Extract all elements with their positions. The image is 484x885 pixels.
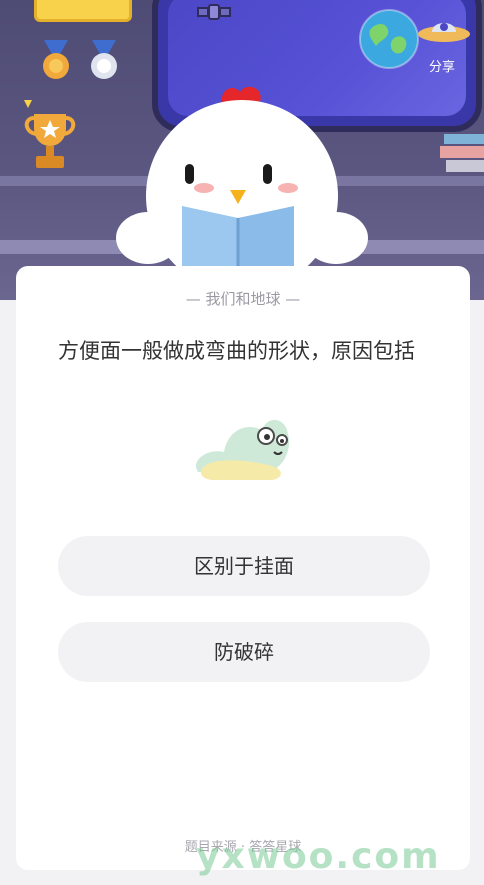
header-scene: 分享	[0, 0, 484, 300]
medal-icon	[43, 40, 69, 79]
question-card: — 我们和地球 — 方便面一般做成弯曲的形状，原因包括 区别于挂面 防破碎 题目…	[16, 266, 470, 870]
medal-icon	[91, 40, 117, 79]
satellite-icon	[197, 4, 231, 20]
site-watermark: yxwoo.com	[196, 836, 441, 877]
question-topic: — 我们和地球 —	[185, 290, 301, 308]
answer-option-1[interactable]: 区别于挂面	[58, 536, 430, 596]
achievement-tag	[34, 0, 132, 22]
snail-mascot	[196, 419, 290, 480]
answer-option-2[interactable]: 防破碎	[58, 622, 430, 682]
ufo-share-icon[interactable]	[416, 12, 472, 48]
question-text: 方便面一般做成弯曲的形状，原因包括	[58, 339, 415, 363]
chicken-mascot	[116, 86, 368, 278]
earth-icon	[359, 9, 419, 69]
books-icon	[440, 134, 484, 172]
share-label[interactable]: 分享	[420, 56, 464, 75]
trophy-icon	[24, 100, 76, 168]
